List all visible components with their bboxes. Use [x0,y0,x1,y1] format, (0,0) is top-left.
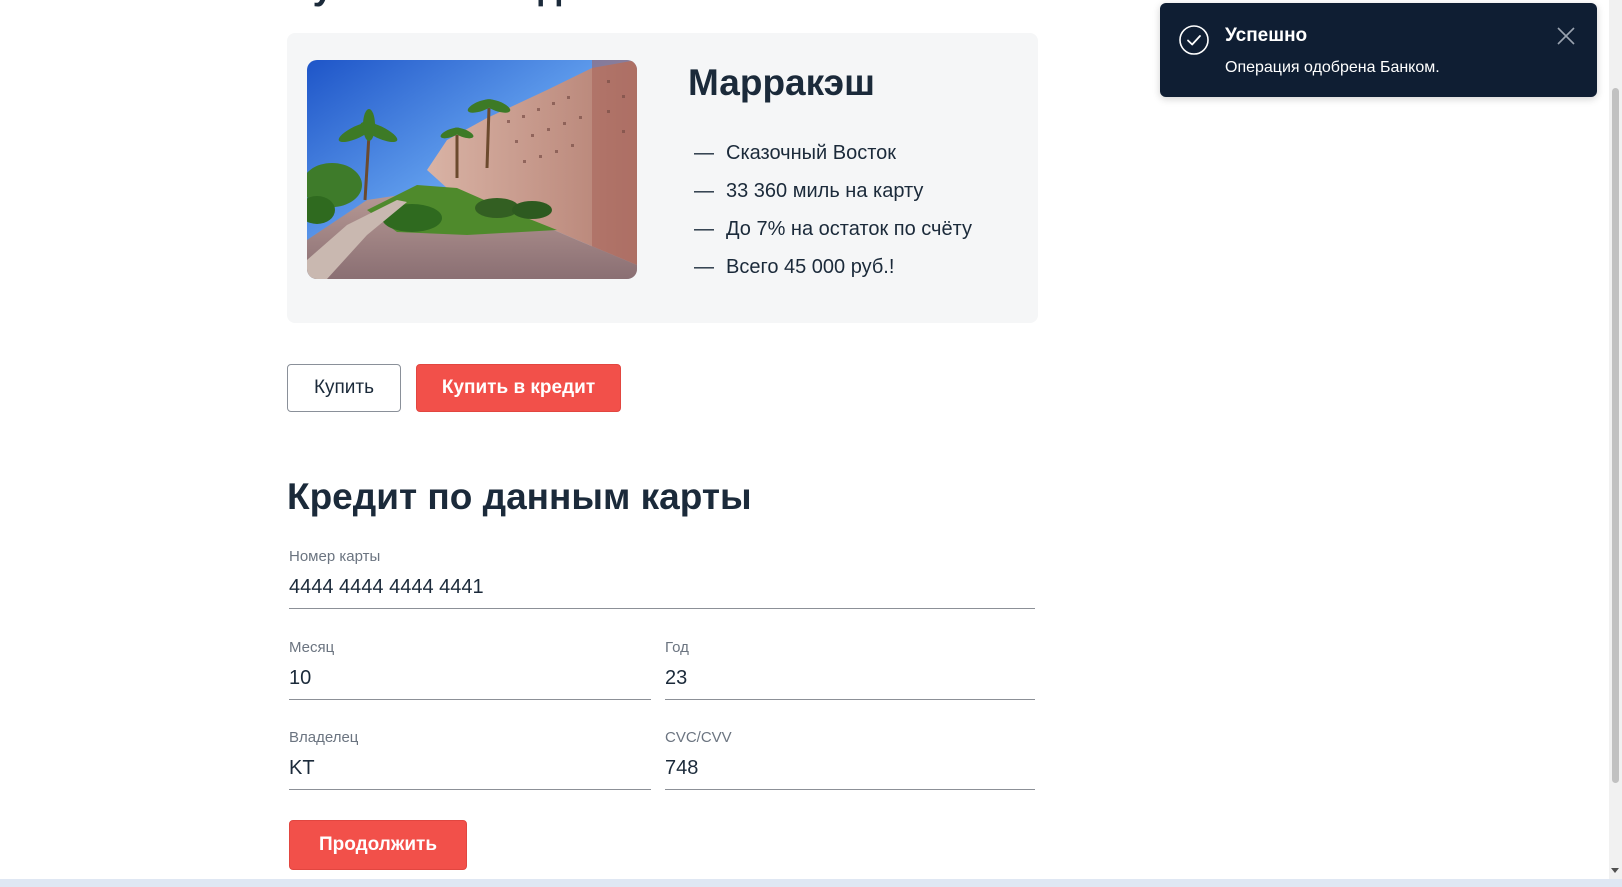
offer-title: Марракэш [688,62,875,103]
owner-input[interactable] [289,755,651,781]
cvc-input[interactable] [665,755,1035,781]
continue-button[interactable]: Продолжить [289,820,467,870]
feature-text: Всего 45 000 руб.! [726,256,895,278]
owner-field[interactable]: Владелец [289,729,651,790]
feature-dash: — [694,256,714,278]
success-toast: Успешно Операция одобрена Банком. [1160,3,1597,97]
feature-item: — Сказочный Восток [694,134,972,172]
feature-dash: — [694,218,714,240]
buy-button[interactable]: Купить [287,364,401,412]
taskbar-edge [0,879,1622,887]
toast-title: Успешно [1225,25,1308,46]
scroll-down-arrow-icon[interactable] [1611,868,1619,873]
feature-text: 33 360 миль на карту [726,180,924,202]
feature-dash: — [694,142,714,164]
feature-dash: — [694,180,714,202]
year-input[interactable] [665,665,1035,691]
year-field[interactable]: Год [665,639,1035,700]
marrakech-photo [307,60,637,279]
feature-item: — До 7% на остаток по счёту [694,210,972,248]
toast-message: Операция одобрена Банком. [1225,59,1440,76]
feature-text: Сказочный Восток [726,142,896,164]
scrollbar-thumb[interactable] [1612,88,1619,783]
page-heading-cut: Путешествие дня [286,0,606,8]
offer-card: Марракэш — Сказочный Восток — 33 360 миль … [287,33,1038,323]
month-label: Месяц [289,639,335,656]
close-icon[interactable] [1555,25,1577,47]
cvc-label: CVC/CVV [665,729,732,746]
offer-features-list: — Сказочный Восток —33 360 миль на карту … [694,134,972,286]
card-number-input[interactable] [289,574,1035,600]
page-viewport: Путешествие дня [0,0,1622,887]
vertical-scrollbar[interactable] [1609,0,1622,887]
owner-label: Владелец [289,729,359,746]
year-label: Год [665,639,689,656]
feature-text: До 7% на остаток по счёту [726,218,972,240]
feature-item: — 33 360 миль на карту [694,172,972,210]
buy-credit-button[interactable]: Купить в кредит [416,364,621,412]
month-input[interactable] [289,665,651,691]
cvc-field[interactable]: CVC/CVV [665,729,1035,790]
credit-form-title: Кредит по данным карты [287,476,752,517]
card-number-label: Номер карты [289,548,381,565]
month-field[interactable]: Месяц [289,639,651,700]
feature-item: — Всего 45 000 руб.! [694,248,972,286]
card-number-field[interactable]: Номер карты [289,548,1035,609]
check-circle-icon [1179,25,1209,55]
